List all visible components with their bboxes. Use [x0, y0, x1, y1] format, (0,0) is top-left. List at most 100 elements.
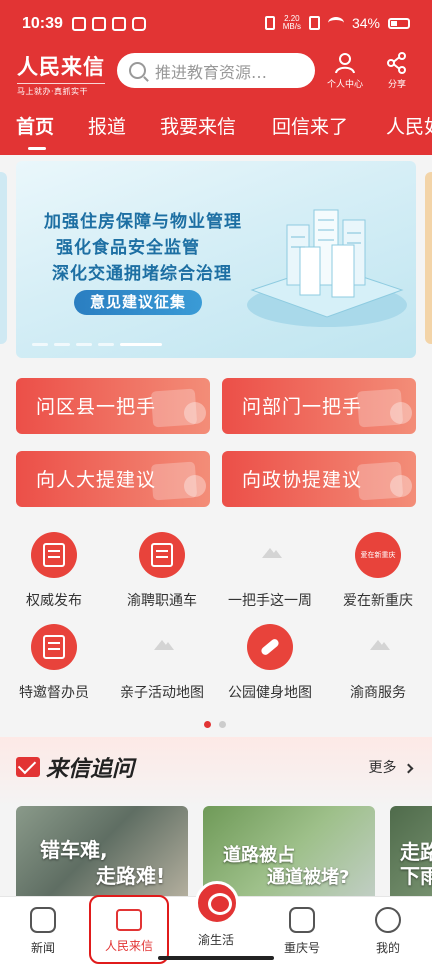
- buildings-illustration: [247, 209, 407, 327]
- pager-dot: [98, 343, 114, 346]
- tabbar-selection-highlight: [89, 895, 169, 964]
- brand-name: 人民来信: [17, 54, 105, 79]
- person-icon: [335, 53, 355, 74]
- quick-button-label: 向政协提建议: [242, 469, 363, 491]
- brand-logo: 人民来信 马上就办·真抓实干: [17, 51, 105, 97]
- cube-icon: [289, 907, 315, 933]
- tab-reports[interactable]: 报道: [88, 112, 126, 139]
- network-speed: 2.20 MB/s: [283, 15, 301, 31]
- section-title-text: 来信追问: [46, 756, 135, 782]
- image-placeholder-icon: [355, 624, 401, 670]
- grid-label: 一把手这一周: [228, 593, 312, 609]
- network-speed-unit: MB/s: [282, 22, 301, 31]
- chevron-right-icon: [403, 763, 414, 774]
- grid-label: 权威发布: [26, 593, 82, 609]
- grid-item-love-chongqing[interactable]: 爱在新重庆 爱在新重庆: [328, 532, 428, 610]
- top-header: 10:39 2.20 MB/s 34% 人民来信 马上就办·真抓实干 推进教育资…: [0, 0, 432, 155]
- ask-county-leader-button[interactable]: 问区县一把手: [16, 378, 210, 434]
- banner-line-1: 加强住房保障与物业管理: [44, 212, 242, 232]
- profile-button[interactable]: 个人中心: [327, 52, 363, 90]
- shield-icon: [184, 475, 206, 497]
- tab-home[interactable]: 首页: [16, 112, 54, 139]
- search-placeholder: 推进教育资源…: [155, 62, 268, 82]
- tabbar-label: 渝生活: [197, 933, 234, 947]
- grid-item-job-express[interactable]: 渝聘职通车: [112, 532, 212, 610]
- love-chongqing-icon: 爱在新重庆: [355, 532, 401, 578]
- tab-replies[interactable]: 回信来了: [272, 112, 348, 139]
- quick-button-label: 问区县一把手: [36, 396, 157, 418]
- card-title-line-1: 错车难,: [40, 838, 108, 862]
- banner-carousel[interactable]: 加强住房保障与物业管理 强化食品安全监管 深化交通拥堵综合治理 意见建议征集: [16, 161, 416, 358]
- grid-item-park-fitness-map[interactable]: 公园健身地图: [220, 624, 320, 702]
- pager-dot: [76, 343, 92, 346]
- vibrate-icon: [264, 16, 275, 30]
- tiktok-icon: [132, 17, 146, 31]
- banner-cta: 意见建议征集: [74, 290, 202, 315]
- banner-pager: [32, 343, 162, 346]
- banner-line-3: 深化交通拥堵综合治理: [52, 264, 232, 284]
- more-link[interactable]: 更多: [368, 757, 414, 777]
- grid-item-leader-weekly[interactable]: 一把手这一周: [220, 532, 320, 610]
- home-indicator: [158, 956, 274, 960]
- ask-department-leader-button[interactable]: 问部门一把手: [222, 378, 416, 434]
- layers-icon: [184, 402, 206, 424]
- grid-label: 渝聘职通车: [127, 593, 197, 609]
- channel-tabs: 首页 报道 我要来信 回信来了 人民如: [0, 107, 432, 155]
- grid-pager: [204, 721, 226, 728]
- tabbar-news[interactable]: 新闻: [3, 907, 83, 956]
- tabbar-label: 新闻: [30, 941, 55, 955]
- grid-label: 爱在新重庆: [343, 593, 413, 609]
- tab-write-letter[interactable]: 我要来信: [160, 112, 236, 139]
- grid-item-business-service[interactable]: 渝商服务: [328, 624, 428, 702]
- grid-label: 特邀督办员: [19, 685, 89, 701]
- mail-notification-icon: [92, 17, 106, 31]
- banner-next-peek[interactable]: [425, 172, 432, 344]
- search-icon: [129, 62, 146, 79]
- cap-icon: [390, 475, 412, 497]
- notification-icon: [72, 17, 86, 31]
- person-icon: [375, 907, 401, 933]
- follow-up-card[interactable]: 错车难, 走路难!: [16, 806, 188, 906]
- mail-icon: [16, 757, 40, 777]
- image-placeholder-icon: [247, 532, 293, 578]
- tabbar-life[interactable]: 渝生活: [176, 931, 256, 948]
- pager-dot-active: [204, 721, 211, 728]
- tabbar-label: 重庆号: [283, 941, 320, 955]
- follow-up-card[interactable]: 走路 下雨: [390, 806, 432, 906]
- suggest-to-npc-button[interactable]: 向人大提建议: [16, 451, 210, 507]
- suggest-to-cppcc-button[interactable]: 向政协提建议: [222, 451, 416, 507]
- pager-dot: [219, 721, 226, 728]
- love-chongqing-icon-text: 爱在新重庆: [360, 551, 396, 559]
- job-icon: [139, 532, 185, 578]
- profile-label: 个人中心: [327, 80, 364, 90]
- chat-bubble-icon[interactable]: [195, 881, 239, 925]
- brand-slogan: 马上就办·真抓实干: [17, 83, 105, 97]
- card-title-line-2: 走路难!: [96, 864, 166, 888]
- banner-prev-peek[interactable]: [0, 172, 7, 344]
- share-button[interactable]: 分享: [386, 52, 408, 90]
- grid-label: 亲子活动地图: [120, 685, 204, 701]
- search-input[interactable]: 推进教育资源…: [117, 53, 315, 88]
- card-title-line-2: 通道被堵?: [267, 867, 350, 888]
- tabbar-mine[interactable]: 我的: [348, 907, 428, 956]
- dumbbell-icon: [247, 624, 293, 670]
- status-right: 2.20 MB/s 34%: [264, 15, 410, 31]
- battery-icon: [388, 17, 410, 29]
- more-label: 更多: [368, 760, 397, 776]
- grid-item-parent-child-map[interactable]: 亲子活动地图: [112, 624, 212, 702]
- tab-more[interactable]: 人民如: [386, 112, 432, 139]
- pager-dot: [32, 343, 48, 346]
- wifi-icon: [327, 17, 344, 29]
- tabbar-label: 我的: [375, 941, 400, 955]
- tabbar-chongqing-hao[interactable]: 重庆号: [262, 907, 342, 956]
- image-placeholder-icon: [139, 624, 185, 670]
- grid-item-special-supervisor[interactable]: 特邀督办员: [4, 624, 104, 702]
- pager-dot-active: [120, 343, 162, 346]
- quick-button-label: 问部门一把手: [242, 396, 363, 418]
- section-title: 来信追问: [16, 751, 134, 783]
- quick-button-label: 向人大提建议: [36, 469, 157, 491]
- no-sim-icon: [308, 16, 320, 30]
- pager-dot: [54, 343, 70, 346]
- grid-item-official-release[interactable]: 权威发布: [4, 532, 104, 610]
- share-icon: [387, 52, 406, 74]
